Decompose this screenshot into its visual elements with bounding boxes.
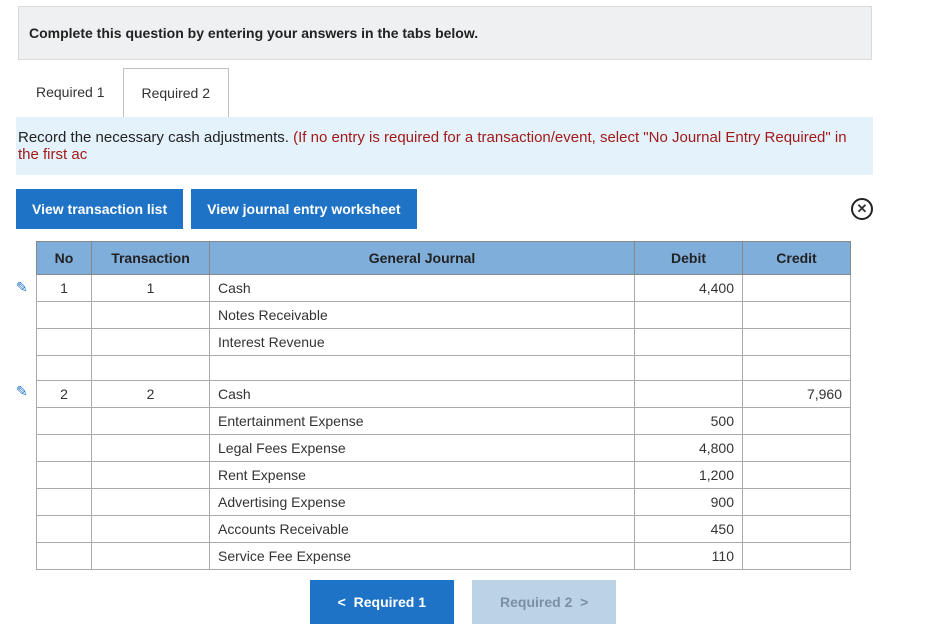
- cell[interactable]: [635, 302, 743, 329]
- cell[interactable]: [92, 462, 210, 489]
- cell[interactable]: 4,800: [635, 435, 743, 462]
- cell[interactable]: [92, 489, 210, 516]
- action-row: View transaction list View journal entry…: [16, 189, 873, 229]
- cell[interactable]: [37, 462, 92, 489]
- cell[interactable]: Rent Expense: [210, 462, 635, 489]
- col-no: No: [37, 242, 92, 275]
- cell[interactable]: [37, 408, 92, 435]
- table-row[interactable]: 22 Cash 7,960: [37, 381, 851, 408]
- prev-button[interactable]: < Required 1: [310, 580, 454, 624]
- tab-required-2[interactable]: Required 2: [123, 68, 230, 117]
- hint-bar: Record the necessary cash adjustments. (…: [16, 117, 873, 175]
- col-general-journal: General Journal: [210, 242, 635, 275]
- cell[interactable]: 450: [635, 516, 743, 543]
- cell[interactable]: [743, 356, 851, 381]
- cell[interactable]: 1: [37, 275, 92, 302]
- cell[interactable]: Interest Revenue: [210, 329, 635, 356]
- table-row[interactable]: Service Fee Expense110: [37, 543, 851, 570]
- cell[interactable]: Service Fee Expense: [210, 543, 635, 570]
- table-row[interactable]: Interest Revenue: [37, 329, 851, 356]
- cell[interactable]: 7,960: [743, 381, 851, 408]
- cell[interactable]: [92, 302, 210, 329]
- cell[interactable]: 500: [635, 408, 743, 435]
- instruction-text: Complete this question by entering your …: [29, 25, 478, 41]
- cell[interactable]: [37, 435, 92, 462]
- cell[interactable]: [37, 489, 92, 516]
- view-transaction-list-button[interactable]: View transaction list: [16, 189, 183, 229]
- col-credit: Credit: [743, 242, 851, 275]
- cell[interactable]: [635, 381, 743, 408]
- cell[interactable]: Cash: [210, 381, 635, 408]
- cell[interactable]: [92, 516, 210, 543]
- cell[interactable]: Notes Receivable: [210, 302, 635, 329]
- table-row[interactable]: Rent Expense1,200: [37, 462, 851, 489]
- journal-grid: No Transaction General Journal Debit Cre…: [16, 241, 851, 570]
- cell[interactable]: [210, 356, 635, 381]
- cell[interactable]: [92, 435, 210, 462]
- table-row[interactable]: Notes Receivable: [37, 302, 851, 329]
- cell[interactable]: Advertising Expense: [210, 489, 635, 516]
- col-debit: Debit: [635, 242, 743, 275]
- cell[interactable]: [743, 516, 851, 543]
- cell[interactable]: Accounts Receivable: [210, 516, 635, 543]
- cell[interactable]: [743, 275, 851, 302]
- table-row[interactable]: 11Cash4,400: [37, 275, 851, 302]
- table-row[interactable]: Legal Fees Expense4,800: [37, 435, 851, 462]
- table-row[interactable]: [37, 356, 851, 381]
- cell[interactable]: [37, 356, 92, 381]
- cell[interactable]: [37, 329, 92, 356]
- tab-required-1[interactable]: Required 1: [18, 68, 123, 117]
- table-row[interactable]: Accounts Receivable450: [37, 516, 851, 543]
- journal-table: No Transaction General Journal Debit Cre…: [36, 241, 851, 570]
- col-transaction: Transaction: [92, 242, 210, 275]
- cell[interactable]: [92, 408, 210, 435]
- nav-row: < Required 1 Required 2 >: [0, 580, 926, 624]
- cell[interactable]: 2: [37, 381, 92, 408]
- cell[interactable]: [37, 543, 92, 570]
- cell[interactable]: [743, 302, 851, 329]
- cell[interactable]: 900: [635, 489, 743, 516]
- next-label: Required 2: [500, 594, 572, 610]
- chevron-right-icon: >: [580, 594, 588, 610]
- cell[interactable]: [743, 408, 851, 435]
- edit-icon[interactable]: ✎: [16, 383, 28, 400]
- cell[interactable]: 110: [635, 543, 743, 570]
- instruction-bar: Complete this question by entering your …: [18, 6, 872, 60]
- header-row: No Transaction General Journal Debit Cre…: [37, 242, 851, 275]
- cell[interactable]: [92, 543, 210, 570]
- cell[interactable]: [37, 302, 92, 329]
- next-button[interactable]: Required 2 >: [472, 580, 616, 624]
- table-row[interactable]: Advertising Expense900: [37, 489, 851, 516]
- cell[interactable]: [743, 489, 851, 516]
- table-row[interactable]: Entertainment Expense500: [37, 408, 851, 435]
- edit-icon[interactable]: ✎: [16, 279, 28, 296]
- cell[interactable]: [635, 356, 743, 381]
- close-icon[interactable]: ✕: [851, 198, 873, 220]
- cell[interactable]: 1: [92, 275, 210, 302]
- cell[interactable]: [37, 516, 92, 543]
- cell[interactable]: [743, 543, 851, 570]
- cell[interactable]: [92, 356, 210, 381]
- cell[interactable]: Entertainment Expense: [210, 408, 635, 435]
- cell[interactable]: [743, 329, 851, 356]
- cell[interactable]: [635, 329, 743, 356]
- view-journal-worksheet-button[interactable]: View journal entry worksheet: [191, 189, 416, 229]
- cell[interactable]: [92, 329, 210, 356]
- prev-label: Required 1: [354, 594, 426, 610]
- cell[interactable]: 1,200: [635, 462, 743, 489]
- chevron-left-icon: <: [338, 594, 346, 610]
- cell[interactable]: Cash: [210, 275, 635, 302]
- tabs: Required 1 Required 2: [18, 68, 926, 117]
- cell[interactable]: [743, 435, 851, 462]
- hint-text: Record the necessary cash adjustments.: [18, 129, 293, 146]
- cell[interactable]: 4,400: [635, 275, 743, 302]
- cell[interactable]: [743, 462, 851, 489]
- cell[interactable]: 2: [92, 381, 210, 408]
- cell[interactable]: Legal Fees Expense: [210, 435, 635, 462]
